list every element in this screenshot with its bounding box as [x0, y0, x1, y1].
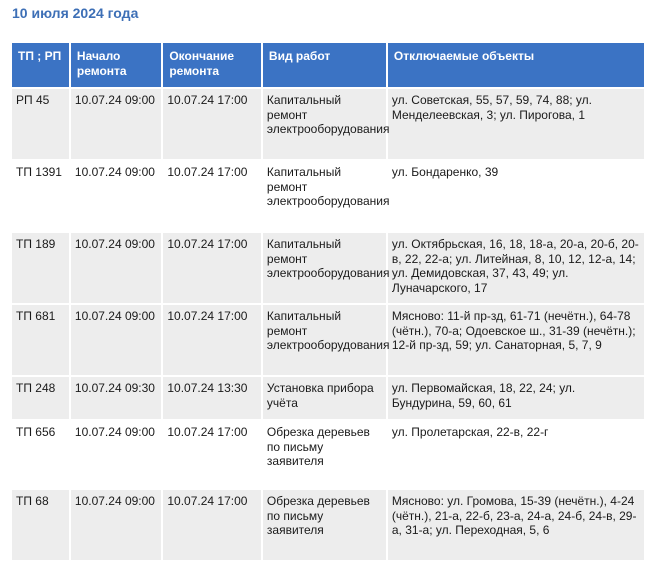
cell-tp: ТП 189 [12, 233, 69, 303]
cell-tp: ТП 248 [12, 377, 69, 419]
cell-end: 10.07.24 17:00 [163, 233, 261, 303]
column-header-tp: ТП ; РП [12, 43, 69, 87]
cell-start: 10.07.24 09:00 [70, 421, 162, 488]
cell-start: 10.07.24 09:00 [70, 89, 162, 159]
cell-start: 10.07.24 09:00 [70, 490, 162, 560]
cell-start: 10.07.24 09:00 [70, 305, 162, 375]
cell-work: Установка прибора учёта [262, 377, 386, 419]
cell-work: Капитальный ремонт электрооборудования [262, 161, 389, 231]
cell-tp: РП 45 [12, 89, 69, 159]
cell-start: 10.07.24 09:00 [70, 161, 162, 231]
cell-start: 10.07.24 09:30 [70, 377, 162, 419]
cell-end: 10.07.24 17:00 [163, 161, 261, 231]
cell-end: 10.07.24 17:00 [163, 89, 261, 159]
table-header-row: ТП ; РП Начало ремонта Окончание ремонта… [12, 43, 644, 87]
column-header-work: Вид работ [262, 43, 386, 87]
cell-end: 10.07.24 17:00 [163, 305, 261, 375]
cell-tp: ТП 681 [12, 305, 69, 375]
cell-objects: ул. Бондаренко, 39 [387, 161, 644, 231]
table-row: ТП 681 10.07.24 09:00 10.07.24 17:00 Кап… [12, 305, 644, 375]
cell-work: Обрезка деревьев по письму заявителя [262, 421, 386, 488]
cell-tp: ТП 68 [12, 490, 69, 560]
cell-work: Капитальный ремонт электрооборудования [262, 233, 389, 303]
table-row: ТП 68 10.07.24 09:00 10.07.24 17:00 Обре… [12, 490, 644, 560]
column-header-end: Окончание ремонта [163, 43, 261, 87]
cell-objects: ул. Пролетарская, 22-в, 22-г [387, 421, 644, 488]
cell-work: Капитальный ремонт электрооборудования [262, 89, 389, 159]
cell-objects: ул. Советская, 55, 57, 59, 74, 88; ул. М… [387, 89, 644, 159]
page-title: 10 июля 2024 года [12, 5, 139, 21]
cell-start: 10.07.24 09:00 [70, 233, 162, 303]
column-header-start: Начало ремонта [70, 43, 162, 87]
outage-schedule-table: ТП ; РП Начало ремонта Окончание ремонта… [10, 41, 646, 562]
table-row: ТП 248 10.07.24 09:30 10.07.24 13:30 Уст… [12, 377, 644, 419]
cell-end: 10.07.24 17:00 [163, 490, 261, 560]
cell-objects: ул. Первомайская, 18, 22, 24; ул. Бундур… [387, 377, 644, 419]
cell-objects: Мясново: 11-й пр-зд, 61-71 (нечётн.), 64… [387, 305, 644, 375]
cell-objects: Мясново: ул. Громова, 15-39 (нечётн.), 4… [387, 490, 644, 560]
cell-end: 10.07.24 13:30 [163, 377, 261, 419]
cell-end: 10.07.24 17:00 [163, 421, 261, 488]
column-header-objects: Отключаемые объекты [387, 43, 644, 87]
table-row: ТП 656 10.07.24 09:00 10.07.24 17:00 Обр… [12, 421, 644, 488]
table-row: ТП 1391 10.07.24 09:00 10.07.24 17:00 Ка… [12, 161, 644, 231]
cell-work: Обрезка деревьев по письму заявителя [262, 490, 386, 560]
cell-tp: ТП 1391 [12, 161, 69, 231]
table-row: РП 45 10.07.24 09:00 10.07.24 17:00 Капи… [12, 89, 644, 159]
cell-work: Капитальный ремонт электрооборудования [262, 305, 389, 375]
cell-objects: ул. Октябрьская, 16, 18, 18-а, 20-а, 20-… [387, 233, 644, 303]
table-row: ТП 189 10.07.24 09:00 10.07.24 17:00 Кап… [12, 233, 644, 303]
cell-tp: ТП 656 [12, 421, 69, 488]
